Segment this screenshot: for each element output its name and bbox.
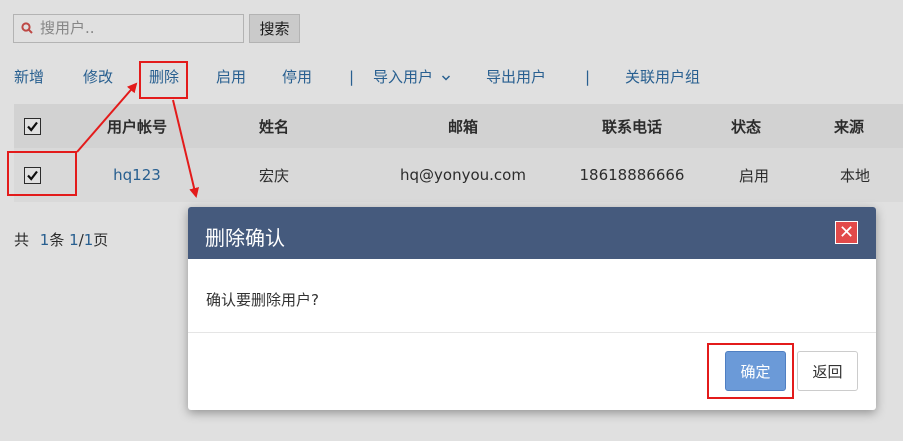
annotation-arrows	[76, 82, 199, 198]
arrow-to-delete	[76, 82, 138, 153]
arrow-to-dialog	[172, 99, 199, 198]
